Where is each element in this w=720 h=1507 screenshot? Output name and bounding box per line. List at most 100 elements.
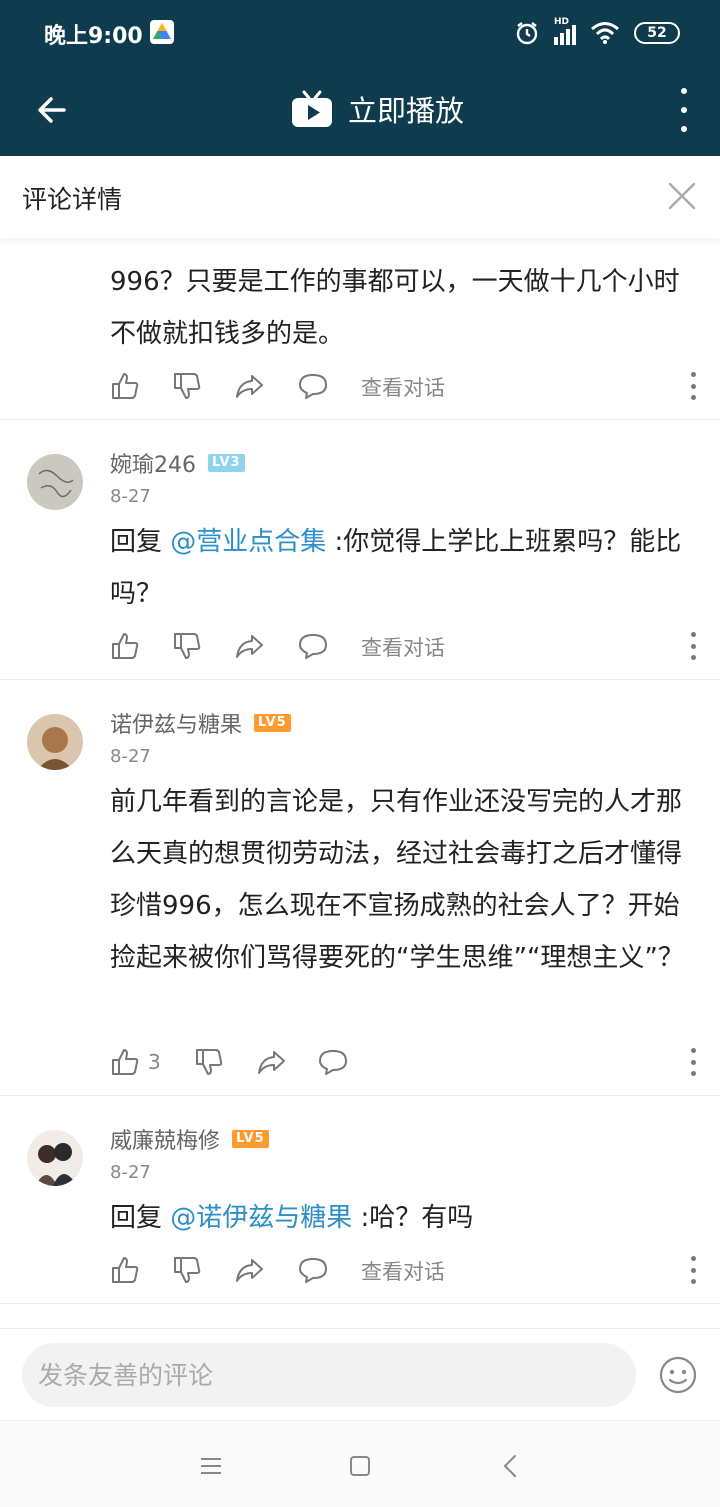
comment-item: 诺伊兹与糖果 LV5 8-27 前几年看到的言论是，只有作业还没写完的人才那么天… xyxy=(0,680,720,1096)
view-conversation-link[interactable]: 查看对话 xyxy=(361,1256,445,1286)
comment-date: 8-27 xyxy=(110,1162,151,1183)
app-bar: 立即播放 xyxy=(0,66,720,156)
dislike-button[interactable] xyxy=(172,368,202,404)
comment-bubble-icon xyxy=(319,1050,347,1075)
like-button[interactable] xyxy=(110,1252,140,1288)
battery-indicator: 52 xyxy=(634,22,680,44)
reply-prefix: 回复 xyxy=(110,1203,171,1233)
mention-link[interactable]: @诺伊兹与糖果 xyxy=(170,1203,352,1233)
like-button[interactable]: 3 xyxy=(110,1044,161,1080)
share-button[interactable] xyxy=(234,368,264,404)
reply-prefix: 回复 xyxy=(110,527,171,557)
avatar[interactable] xyxy=(27,454,83,510)
share-arrow-icon xyxy=(258,1051,285,1074)
comment-input-bar xyxy=(0,1328,720,1420)
reply-button[interactable] xyxy=(298,368,328,404)
dislike-button[interactable] xyxy=(172,1252,202,1288)
share-arrow-icon xyxy=(236,375,263,398)
share-arrow-icon xyxy=(236,1259,263,1282)
thumbs-up-icon xyxy=(112,373,139,399)
comment-text: 回复 @营业点合集 :你觉得上学比上班累吗？能比吗？ xyxy=(110,516,690,620)
back-chevron-icon[interactable] xyxy=(496,1451,526,1481)
app-notification-icon xyxy=(150,20,174,44)
avatar[interactable] xyxy=(27,714,83,770)
comment-item: 婉瑜246 LV3 8-27 回复 @营业点合集 :你觉得上学比上班累吗？能比吗… xyxy=(0,420,720,680)
back-button[interactable] xyxy=(30,88,74,132)
comment-list[interactable]: 996？只要是工作的事都可以，一天做十几个小时不做就扣钱多的是。 查看对话 婉瑜… xyxy=(0,238,720,1328)
status-time: 晚上9:00 xyxy=(44,24,143,49)
username[interactable]: 诺伊兹与糖果 xyxy=(110,707,242,739)
alarm-icon xyxy=(516,22,538,45)
comment-item: 威廉兢梅修 LV5 8-27 回复 @诺伊兹与糖果 :哈？有吗 查看对话 xyxy=(0,1096,720,1304)
close-icon[interactable] xyxy=(664,178,700,214)
emoji-icon[interactable] xyxy=(658,1355,698,1395)
comment-bubble-icon xyxy=(299,634,327,659)
tv-icon xyxy=(292,90,332,127)
level-badge: LV5 xyxy=(232,1130,269,1148)
more-options-button[interactable] xyxy=(674,86,694,134)
level-badge: LV5 xyxy=(254,714,291,732)
like-button[interactable] xyxy=(110,628,140,664)
reply-text: :哈？有吗 xyxy=(352,1203,474,1233)
username-row: 威廉兢梅修 LV5 xyxy=(110,1123,269,1155)
thumbs-up-icon xyxy=(112,633,139,659)
view-conversation-link[interactable]: 查看对话 xyxy=(361,372,445,402)
comment-input[interactable] xyxy=(22,1343,636,1407)
share-arrow-icon xyxy=(236,635,263,658)
comment-actions: 查看对话 xyxy=(110,628,700,664)
username-row: 婉瑜246 LV3 xyxy=(110,447,245,479)
comment-text: 996？只要是工作的事都可以，一天做十几个小时不做就扣钱多的是。 xyxy=(110,267,680,349)
like-button[interactable] xyxy=(110,368,140,404)
dislike-button[interactable] xyxy=(194,1044,224,1080)
home-square-icon[interactable] xyxy=(345,1451,375,1481)
thumbs-down-icon xyxy=(174,633,201,659)
reply-button[interactable] xyxy=(318,1044,348,1080)
like-count: 3 xyxy=(148,1050,161,1074)
play-now-button[interactable]: 立即播放 xyxy=(290,84,464,134)
comment-more-button[interactable] xyxy=(686,1048,700,1076)
top-bar: 晚上9:00 HD 52 立即播放 xyxy=(0,0,720,156)
comment-more-button[interactable] xyxy=(686,632,700,660)
comment-actions: 3 xyxy=(110,1044,700,1080)
comment-date: 8-27 xyxy=(110,746,151,767)
view-conversation-link[interactable]: 查看对话 xyxy=(361,632,445,662)
comment-more-button[interactable] xyxy=(686,1256,700,1284)
comment-more-button[interactable] xyxy=(686,372,700,400)
comment-bubble-icon xyxy=(299,374,327,399)
comment-detail-header: 评论详情 xyxy=(0,156,720,238)
thumbs-up-icon xyxy=(112,1257,139,1283)
comment-item: 996？只要是工作的事都可以，一天做十几个小时不做就扣钱多的是。 查看对话 xyxy=(0,238,720,420)
comment-text: 回复 @诺伊兹与糖果 :哈？有吗 xyxy=(110,1192,690,1244)
comment-date: 8-27 xyxy=(110,486,151,507)
share-button[interactable] xyxy=(256,1044,286,1080)
comment-actions: 查看对话 xyxy=(110,368,700,404)
thumbs-up-icon xyxy=(112,1049,139,1075)
menu-icon[interactable] xyxy=(196,1451,226,1481)
panel-title: 评论详情 xyxy=(22,185,123,214)
dislike-button[interactable] xyxy=(172,628,202,664)
reply-button[interactable] xyxy=(298,1252,328,1288)
username[interactable]: 威廉兢梅修 xyxy=(110,1123,220,1155)
mention-link[interactable]: @营业点合集 xyxy=(170,527,326,557)
share-button[interactable] xyxy=(234,1252,264,1288)
wifi-icon xyxy=(591,22,619,44)
reply-button[interactable] xyxy=(298,628,328,664)
comment-bubble-icon xyxy=(299,1258,327,1283)
thumbs-down-icon xyxy=(174,1257,201,1283)
thumbs-down-icon xyxy=(196,1049,223,1075)
app-bar-title: 立即播放 xyxy=(348,94,465,128)
status-icons: HD 52 xyxy=(514,17,680,48)
network-type: HD xyxy=(554,17,570,27)
thumbs-down-icon xyxy=(174,373,201,399)
status-bar: 晚上9:00 HD 52 xyxy=(0,0,720,66)
share-button[interactable] xyxy=(234,628,264,664)
avatar[interactable] xyxy=(27,1130,83,1186)
username-row: 诺伊兹与糖果 LV5 xyxy=(110,707,291,739)
signal-icon: HD xyxy=(554,17,576,45)
level-badge: LV3 xyxy=(208,454,245,472)
comment-text: 前几年看到的言论是，只有作业还没写完的人才那么天真的想贯彻劳动法，经过社会毒打之… xyxy=(110,787,684,973)
comment-actions: 查看对话 xyxy=(110,1252,700,1288)
system-navigation-bar xyxy=(0,1420,720,1507)
username[interactable]: 婉瑜246 xyxy=(110,447,196,479)
arrow-left-icon xyxy=(38,97,66,123)
